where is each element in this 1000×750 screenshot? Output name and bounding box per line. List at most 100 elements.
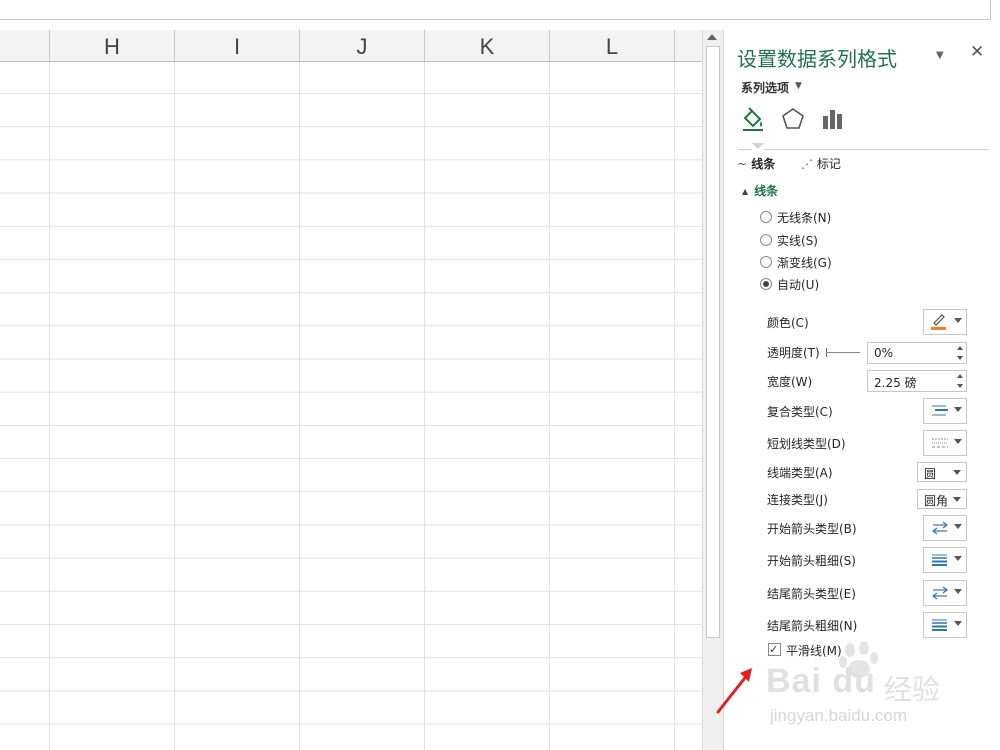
transparency-input[interactable]: 0%	[867, 342, 967, 364]
arrow-size-icon	[932, 619, 947, 631]
tab-divider	[738, 149, 752, 150]
join-type-select[interactable]: 圆角	[917, 489, 967, 509]
radio-label: 渐变线(G)	[777, 256, 832, 270]
grid-line	[549, 62, 550, 750]
chevron-down-icon	[954, 621, 962, 626]
chevron-down-icon	[954, 524, 962, 529]
annotation-arrow-icon	[716, 668, 752, 714]
chevron-down-icon	[953, 470, 961, 475]
cell-grid[interactable]	[0, 62, 702, 750]
grid-line	[424, 62, 425, 750]
compound-type-label: 复合类型(C)	[767, 405, 833, 419]
end-arrow-type-label: 结尾箭头类型(E)	[767, 587, 856, 601]
watermark-cn-text: 经验	[884, 673, 941, 706]
column-header-h[interactable]: H	[50, 30, 175, 61]
chevron-down-icon	[954, 318, 962, 323]
subtab-marker-label: 标记	[816, 157, 841, 171]
color-label: 颜色(C)	[767, 316, 809, 330]
radio-solid-line[interactable]: 实线(S)	[760, 232, 818, 250]
compound-lines-icon	[932, 405, 948, 416]
scroll-up-icon[interactable]	[707, 34, 717, 40]
radio-button[interactable]	[760, 256, 772, 268]
chevron-down-icon	[954, 589, 962, 594]
end-arrow-size-label: 结尾箭头粗细(N)	[767, 619, 858, 633]
subtab-marker[interactable]: ⋰ 标记	[801, 155, 841, 172]
chevron-down-icon[interactable]: ▼	[795, 81, 802, 91]
marker-line-icon: ⋰	[801, 157, 813, 171]
cap-type-select[interactable]: 圆	[917, 462, 967, 482]
watermark-logo-text: Bai du	[766, 662, 876, 700]
begin-arrow-size-label: 开始箭头粗细(S)	[767, 554, 856, 568]
chevron-down-icon	[954, 556, 962, 561]
collapse-triangle-icon: ▲	[742, 187, 749, 196]
width-value: 2.25 磅	[874, 376, 917, 390]
column-header-l[interactable]: L	[550, 30, 675, 61]
subtab-line-label: 线条	[751, 157, 776, 171]
series-options-tab-bar-chart-icon[interactable]	[819, 106, 845, 132]
arrow-type-icon	[932, 586, 948, 600]
begin-arrow-type-button[interactable]	[923, 515, 967, 541]
line-icon: ~	[737, 157, 748, 171]
radio-gradient-line[interactable]: 渐变线(G)	[760, 254, 832, 272]
pencil-color-icon	[931, 314, 946, 330]
dash-lines-icon	[932, 438, 948, 448]
column-headers: H I J K L	[0, 30, 702, 62]
grid-line	[299, 62, 300, 750]
formula-input[interactable]	[0, 0, 991, 20]
spreadsheet-area: H I J K L	[0, 30, 702, 750]
series-options-dropdown[interactable]: 系列选项	[741, 79, 789, 96]
formula-bar	[0, 0, 1000, 31]
section-lines-header[interactable]: ▲ 线条	[742, 182, 778, 199]
end-arrow-type-button[interactable]	[923, 580, 967, 606]
baidu-jingyan-watermark: Bai du 经验 jingyan.baidu.com	[766, 640, 956, 730]
column-header-partial[interactable]	[0, 30, 50, 61]
arrow-type-icon	[932, 521, 948, 535]
transparency-slider[interactable]	[826, 352, 860, 353]
subtab-line[interactable]: ~ 线条	[737, 155, 775, 172]
tab-divider	[764, 149, 989, 150]
cap-type-label: 线端类型(A)	[767, 466, 833, 480]
radio-automatic[interactable]: 自动(U)	[760, 276, 819, 294]
close-icon[interactable]: ✕	[970, 42, 984, 62]
fill-line-tab-paint-bucket-icon[interactable]	[740, 106, 766, 132]
section-lines-label: 线条	[754, 184, 779, 198]
begin-arrow-size-button[interactable]	[923, 547, 967, 573]
arrow-size-icon	[932, 554, 947, 566]
join-type-value: 圆角	[924, 494, 949, 508]
end-arrow-size-button[interactable]	[923, 612, 967, 638]
radio-button[interactable]	[760, 211, 772, 223]
spin-up-icon[interactable]	[957, 346, 963, 350]
begin-arrow-type-label: 开始箭头类型(B)	[767, 522, 857, 536]
radio-label: 实线(S)	[777, 234, 818, 248]
width-label: 宽度(W)	[767, 375, 813, 389]
dash-type-button[interactable]	[923, 430, 967, 456]
spin-up-icon[interactable]	[957, 374, 963, 378]
chevron-down-icon	[954, 439, 962, 444]
join-type-label: 连接类型(J)	[767, 493, 828, 507]
grid-line	[674, 62, 675, 750]
color-picker-button[interactable]	[923, 309, 967, 335]
vertical-scrollbar[interactable]	[702, 30, 723, 750]
grid-line	[174, 62, 175, 750]
spin-down-icon[interactable]	[957, 384, 963, 388]
width-input[interactable]: 2.25 磅	[867, 370, 967, 392]
pane-title: 设置数据系列格式	[737, 47, 897, 71]
active-tab-caret	[752, 143, 764, 149]
radio-button-checked[interactable]	[760, 278, 772, 290]
scroll-thumb[interactable]	[706, 46, 720, 638]
chevron-down-icon	[953, 497, 961, 502]
column-header-j[interactable]: J	[300, 30, 425, 61]
dash-type-label: 短划线类型(D)	[767, 437, 846, 451]
column-header-i[interactable]: I	[175, 30, 300, 61]
effects-tab-pentagon-icon[interactable]	[780, 106, 806, 132]
column-header-k[interactable]: K	[425, 30, 550, 61]
chevron-down-icon	[954, 407, 962, 412]
compound-type-button[interactable]	[923, 398, 967, 424]
radio-button[interactable]	[760, 234, 772, 246]
transparency-label: 透明度(T)	[767, 346, 820, 360]
pane-options-chevron-down-icon[interactable]: ▼	[936, 50, 944, 61]
cap-type-value: 圆	[924, 467, 937, 481]
radio-label: 自动(U)	[777, 278, 820, 292]
radio-no-line[interactable]: 无线条(N)	[760, 209, 831, 227]
spin-down-icon[interactable]	[957, 356, 963, 360]
